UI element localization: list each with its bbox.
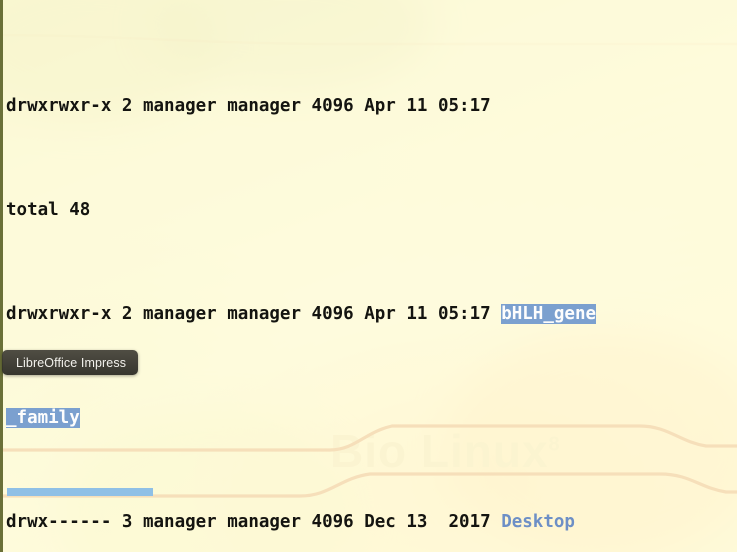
terminal-output[interactable]: drwxrwxr-x 2 manager manager 4096 Apr 11…	[6, 0, 737, 552]
listing-metadata: drwxrwxr-x 2 manager manager 4096 Apr 11…	[6, 304, 502, 324]
terminal-window[interactable]: drwxrwxr-x 2 manager manager 4096 Apr 11…	[0, 0, 737, 552]
listing-metadata: drwx------ 3 manager manager 4096 Dec 13…	[6, 512, 502, 532]
libreoffice-impress-tooltip: LibreOffice Impress	[2, 350, 139, 375]
terminal-line-total: total 48	[6, 197, 737, 223]
total-text: total 48	[6, 200, 91, 220]
terminal-line-clipped: drwxrwxr-x 2 manager manager 4096 Apr 11…	[6, 93, 737, 119]
terminal-line-desktop: drwx------ 3 manager manager 4096 Dec 13…	[6, 509, 737, 535]
terminal-line-bhlh-wrap: _family	[6, 405, 737, 431]
screen: Bio Linux8 drwxrwxr-x 2 manager manager …	[0, 0, 737, 552]
clipped-text: drwxrwxr-x 2 manager manager 4096 Apr 11…	[6, 96, 491, 116]
tooltip-label: LibreOffice Impress	[16, 355, 127, 370]
selected-directory-name-wrap[interactable]: _family	[6, 408, 80, 428]
terminal-line-bhlh-gene-family: drwxrwxr-x 2 manager manager 4096 Apr 11…	[6, 301, 737, 327]
text-underline-highlight	[7, 488, 153, 496]
directory-name-desktop[interactable]: Desktop	[501, 512, 575, 532]
selected-directory-name[interactable]: bHLH_gene	[501, 304, 597, 324]
